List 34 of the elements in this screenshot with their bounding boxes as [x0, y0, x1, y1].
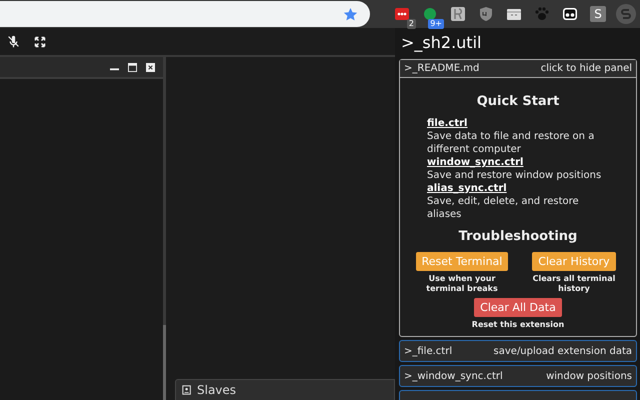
- extension-button[interactable]: S: [590, 6, 606, 22]
- panel-header[interactable]: >_README.md click to hide panel: [400, 60, 636, 78]
- doc-link[interactable]: alias_sync.ctrl: [427, 182, 507, 195]
- section-heading: Quick Start: [476, 94, 560, 109]
- dock-tab[interactable]: Slaves: [175, 379, 395, 400]
- count-badge: 9+: [428, 19, 444, 29]
- shield-icon[interactable]: [478, 6, 494, 22]
- link-description: Save data to file and restore on a different computer: [427, 130, 596, 156]
- close-icon[interactable]: [146, 62, 155, 72]
- scrollbar[interactable]: [163, 325, 166, 400]
- link-description: Save and restore window positions: [427, 169, 602, 182]
- mute-icon[interactable]: [7, 35, 20, 48]
- panel-header[interactable]: >_window_sync.ctrl window positions: [399, 365, 637, 387]
- button-note: Use when your terminal breaks: [425, 274, 499, 294]
- expand-icon[interactable]: [34, 36, 46, 48]
- contact-icon: [182, 385, 192, 395]
- tab-label: Slaves: [197, 383, 236, 397]
- panel-title: >_sh2.util: [400, 32, 482, 54]
- doc-link[interactable]: window_sync.ctrl: [427, 156, 524, 169]
- section-heading: Troubleshooting: [458, 229, 578, 244]
- tile-icon[interactable]: [450, 6, 466, 22]
- star-icon[interactable]: [343, 6, 358, 22]
- circle-icon[interactable]: [422, 6, 438, 22]
- dots-icon[interactable]: [394, 6, 410, 22]
- count-badge: 2: [406, 19, 416, 29]
- action-button[interactable]: Clear All Data: [474, 298, 562, 317]
- eyes-icon[interactable]: [562, 6, 578, 22]
- doc-link[interactable]: file.ctrl: [427, 117, 468, 130]
- box-icon[interactable]: [506, 6, 522, 22]
- button-note: Reset this extension: [472, 320, 564, 330]
- button-note: Clears all terminal history: [532, 274, 616, 294]
- panel-header[interactable]: >_file.ctrl save/upload extension data: [399, 340, 637, 362]
- link-description: Save, edit, delete, and restore aliases: [427, 195, 580, 221]
- maximize-icon[interactable]: [128, 62, 137, 72]
